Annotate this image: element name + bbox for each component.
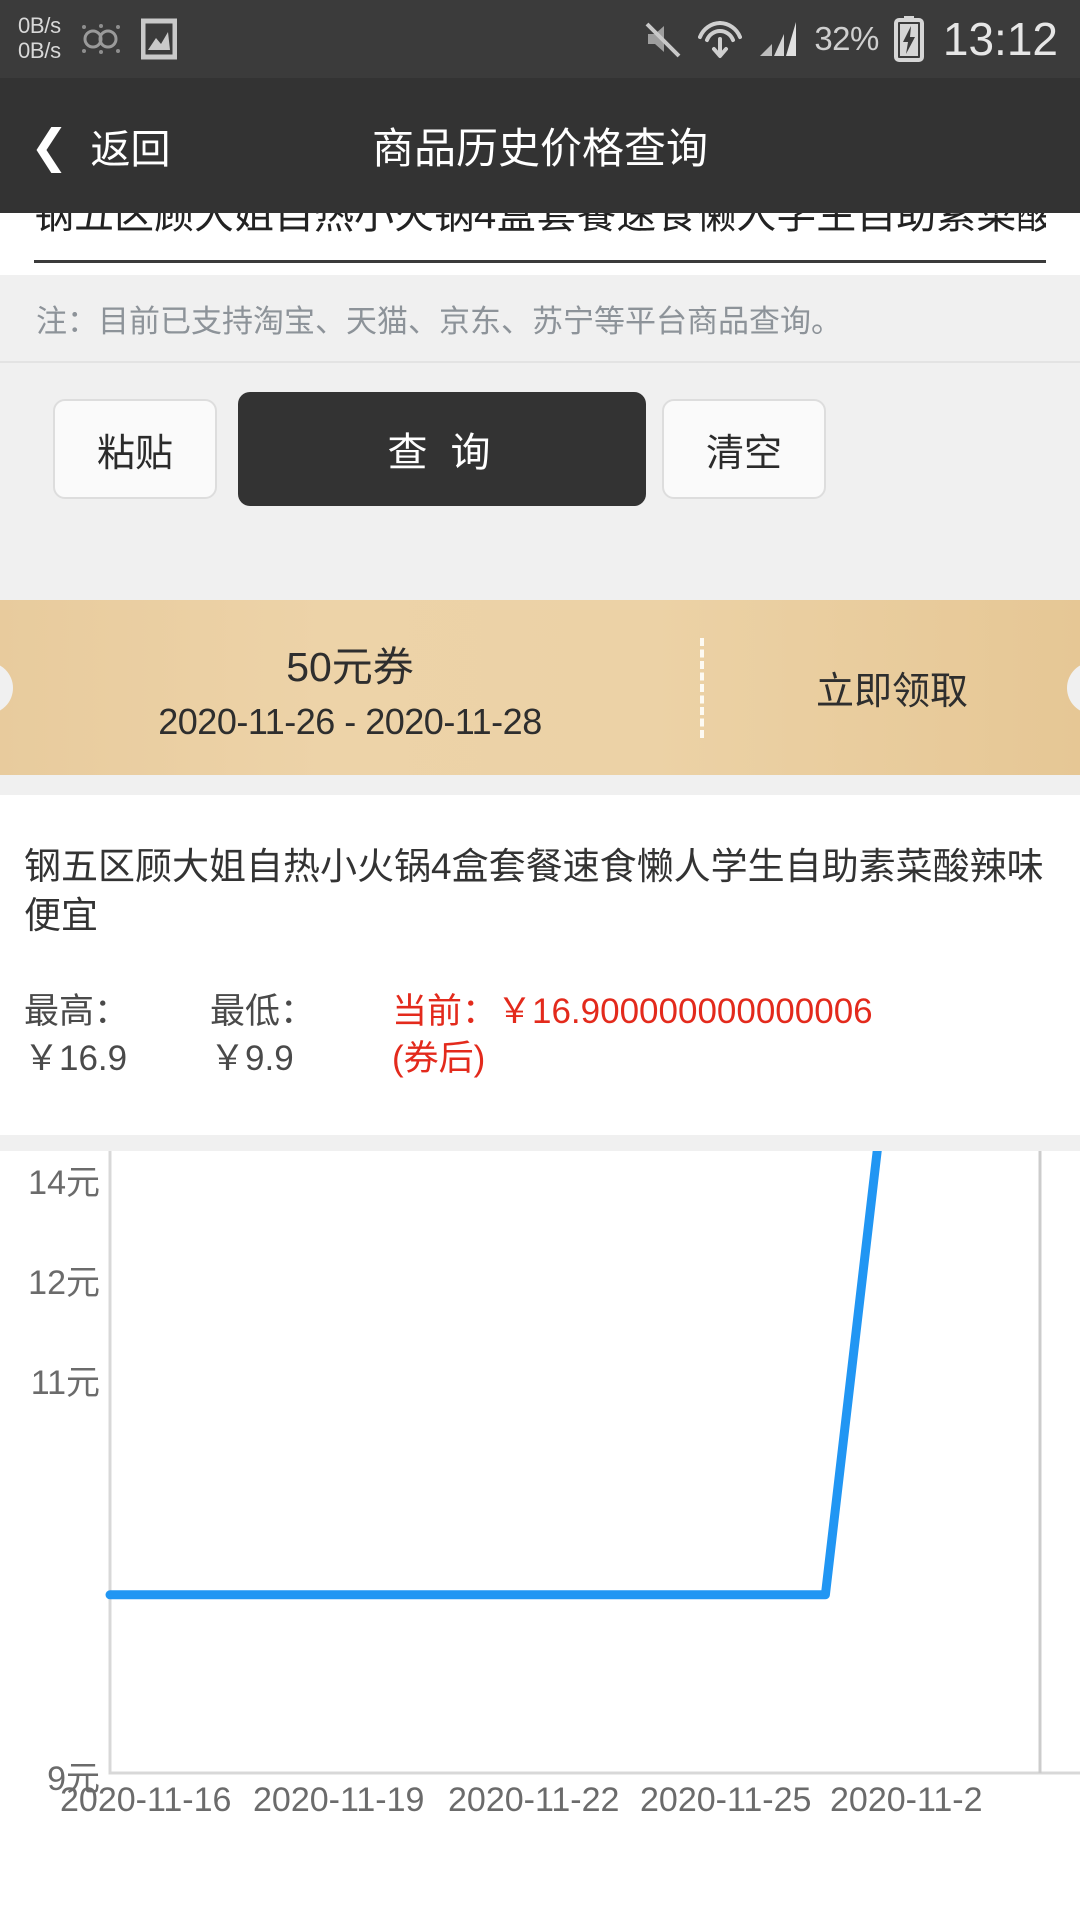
price-history-chart[interactable]: 17元15元14元12元11元9元 2020-11-162020-11-1920… — [0, 1151, 1080, 1920]
back-button[interactable]: ❮ 返回 — [0, 117, 171, 175]
signal-icon — [756, 18, 800, 60]
gallery-icon — [140, 18, 177, 60]
chart-x-tick-label: 2020-11-25 — [640, 1781, 812, 1819]
status-bar-left: 0B/s 0B/s — [0, 14, 177, 63]
current-price-label: 当前：￥16.900000000000006 — [392, 992, 873, 1031]
coupon-claim-button[interactable]: 立即领取 — [704, 600, 1080, 775]
network-speed-down: 0B/s — [18, 38, 61, 63]
back-button-label: 返回 — [90, 127, 171, 172]
action-button-row: 粘贴 查 询 清空 — [0, 363, 1080, 585]
highest-price-label: 最高： — [24, 992, 130, 1031]
lowest-price-value: ￥9.9 — [210, 1039, 294, 1079]
lowest-price-block: 最低： ￥9.9 — [210, 988, 315, 1083]
clear-button[interactable]: 清空 — [662, 399, 826, 499]
coupon-info: 50元券 2020-11-26 - 2020-11-28 — [0, 600, 700, 775]
coupon-card[interactable]: 50元券 2020-11-26 - 2020-11-28 立即领取 — [0, 600, 1080, 775]
status-bar: 0B/s 0B/s 32% 13:12 — [0, 0, 1080, 78]
battery-percent-label: 32% — [814, 20, 879, 57]
highest-price-value: ￥16.9 — [24, 1039, 128, 1079]
paste-button[interactable]: 粘贴 — [53, 399, 217, 499]
search-input-container — [0, 213, 1080, 275]
battery-charging-icon — [893, 16, 925, 62]
nav-bar: ❮ 返回 商品历史价格查询 — [0, 78, 1080, 213]
mute-icon — [642, 18, 684, 60]
chart-x-tick-label: 2020-11-16 — [60, 1781, 232, 1819]
chart-y-tick-label: 11元 — [30, 1364, 100, 1402]
clock-label: 13:12 — [942, 13, 1058, 65]
coupon-bottom-spacer — [0, 775, 1080, 795]
current-price-block: 当前：￥16.900000000000006 (券后) — [392, 988, 1042, 1083]
product-link-input[interactable] — [34, 213, 1046, 263]
chart-y-tick-label: 14元 — [28, 1164, 100, 1202]
query-button[interactable]: 查 询 — [238, 392, 646, 506]
app-root: 0B/s 0B/s 32% 13:12 ❮ 返回 商品历史价格查询 钢五区顾大姐… — [0, 0, 1080, 1920]
highest-price-block: 最高： ￥16.9 — [24, 988, 129, 1083]
chart-x-tick-label: 2020-11-19 — [253, 1781, 425, 1819]
current-price-note: (券后) — [392, 1039, 486, 1079]
chart-y-tick-label: 12元 — [28, 1264, 100, 1302]
chart-x-tick-label: 2020-11-2 — [830, 1781, 983, 1819]
support-note: 注：目前已支持淘宝、天猫、京东、苏宁等平台商品查询。 — [0, 275, 1080, 363]
lowest-price-label: 最低： — [210, 992, 316, 1031]
chart-section-separator — [0, 1135, 1080, 1151]
network-speed-up: 0B/s — [18, 13, 61, 39]
product-card: 钢五区顾大姐自热小火锅4盒套餐速食懒人学生自助素菜酸辣味便宜 最高： ￥16.9… — [0, 795, 1080, 1135]
infinity-icon — [79, 22, 123, 56]
coupon-amount-label: 50元券 — [286, 643, 414, 690]
product-title: 钢五区顾大姐自热小火锅4盒套餐速食懒人学生自助素菜酸辣味便宜 — [24, 846, 1044, 936]
wifi-icon — [698, 17, 743, 61]
price-summary-row: 最高： ￥16.9 最低： ￥9.9 当前：￥16.90000000000000… — [24, 988, 1064, 1108]
status-bar-right: 32% 13:12 — [642, 12, 1080, 66]
network-speed-indicator: 0B/s 0B/s — [18, 14, 61, 63]
coupon-date-range-label: 2020-11-26 - 2020-11-28 — [158, 700, 542, 742]
chevron-left-icon: ❮ — [30, 119, 69, 172]
chart-x-tick-label: 2020-11-22 — [448, 1781, 620, 1819]
